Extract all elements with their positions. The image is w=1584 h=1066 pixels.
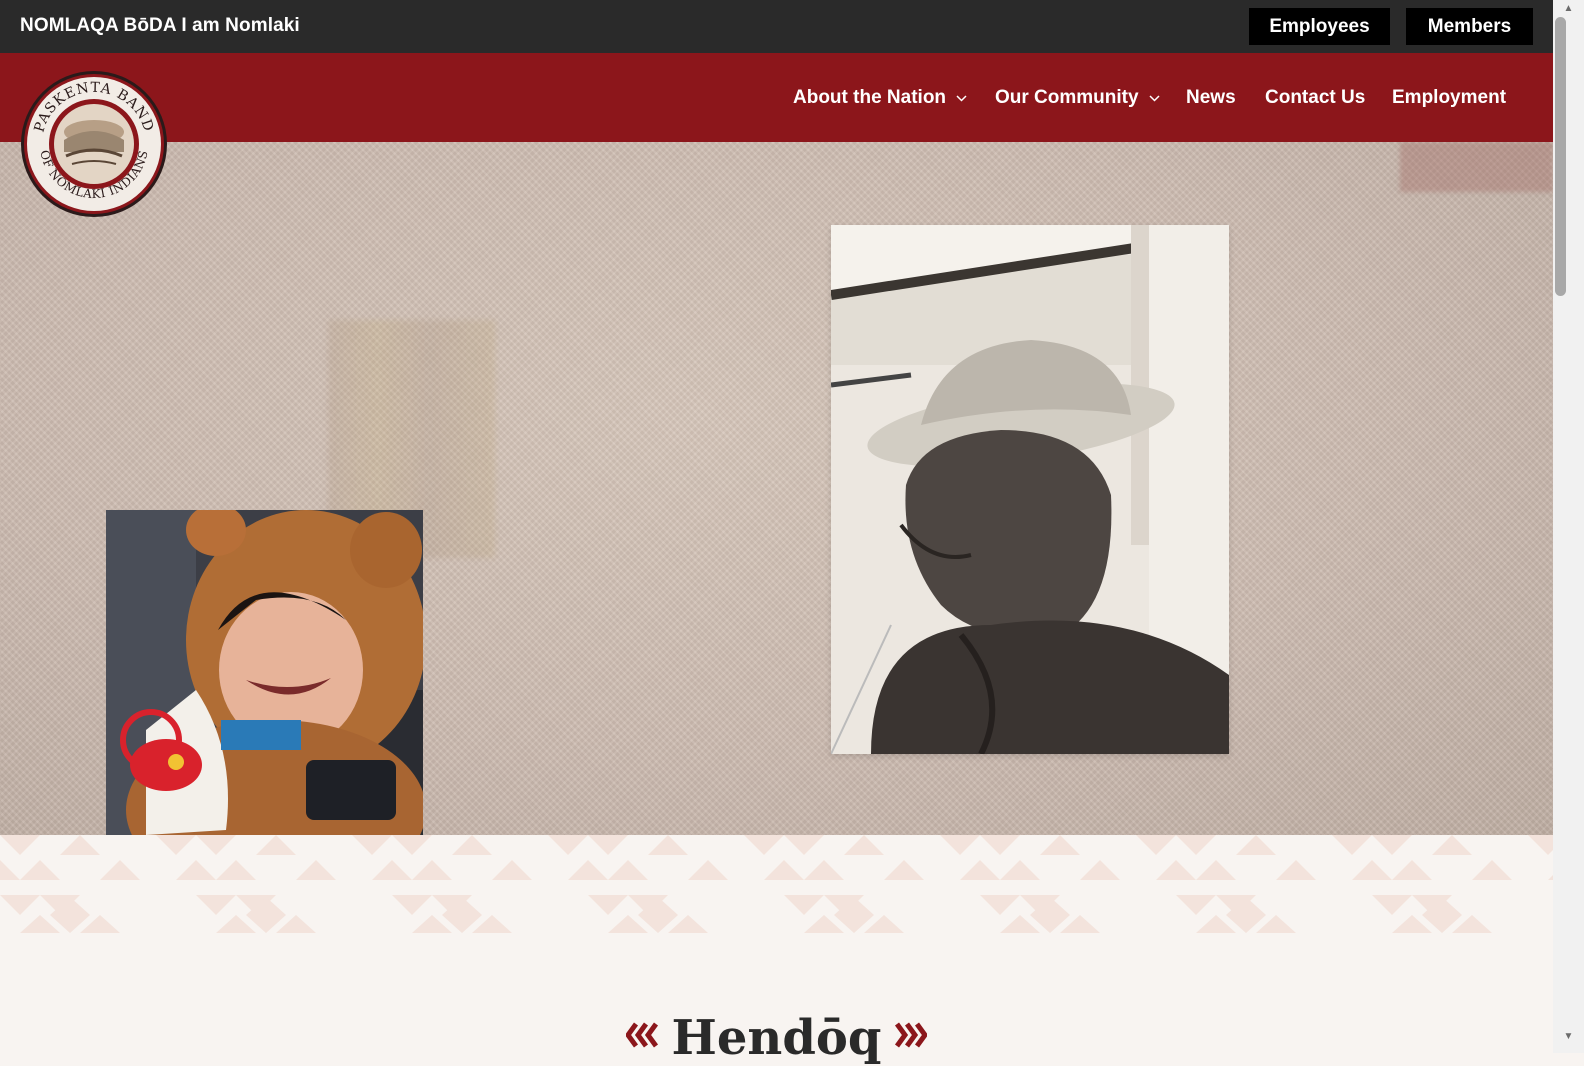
pattern-triangle [256, 835, 296, 855]
pattern-triangle [548, 835, 588, 855]
pattern-triangle [176, 860, 216, 880]
faded-photo-corner [1400, 142, 1553, 192]
scrollbar-thumb[interactable] [1555, 17, 1566, 296]
pattern-triangle [352, 835, 392, 855]
nav-item-label: About the Nation [793, 87, 947, 108]
pattern-triangle [1372, 895, 1412, 915]
section-heading: Hendōq [0, 1010, 1553, 1066]
pattern-triangle [412, 860, 452, 880]
employees-button[interactable]: Employees [1249, 8, 1390, 45]
pattern-triangle [1080, 860, 1120, 880]
nav-item-our-community[interactable]: Our Community [995, 87, 1160, 109]
pattern-triangle [1176, 835, 1216, 855]
pattern-triangle [588, 895, 628, 915]
pattern-triangle [1352, 860, 1392, 880]
left-chevron-ornament-icon [624, 1021, 662, 1056]
pattern-triangle [1432, 835, 1472, 855]
nav-item-label: News [1186, 87, 1236, 108]
pattern-triangle [1176, 895, 1216, 915]
decorative-triangle-pattern [0, 835, 1584, 945]
pattern-triangle [804, 860, 844, 880]
hero-collage [0, 142, 1553, 835]
pattern-triangle [100, 860, 140, 880]
pattern-triangle [392, 835, 432, 855]
pattern-triangle [784, 895, 824, 915]
pattern-triangle [20, 860, 60, 880]
nav-item-employment[interactable]: Employment [1392, 87, 1506, 109]
nav-item-news[interactable]: News [1186, 87, 1236, 109]
pattern-triangle [452, 835, 492, 855]
nav-item-about-the-nation[interactable]: About the Nation [793, 87, 967, 109]
pattern-triangle [844, 835, 884, 855]
pattern-triangle [688, 860, 728, 880]
pattern-triangle [960, 860, 1000, 880]
nav-item-contact-us[interactable]: Contact Us [1265, 87, 1365, 109]
pattern-triangle [980, 835, 1020, 855]
pattern-triangle [980, 895, 1020, 915]
section-heading-text: Hendōq [671, 1010, 882, 1066]
pattern-triangle [588, 835, 628, 855]
nav-item-label: Our Community [995, 87, 1139, 108]
scroll-up-arrow-icon[interactable]: ▲ [1553, 0, 1584, 17]
pattern-triangle [1000, 860, 1040, 880]
pattern-triangle [648, 835, 688, 855]
pattern-triangle [1236, 835, 1276, 855]
pattern-triangle [608, 860, 648, 880]
utility-bar: NOMLAQA BōDA I am Nomlaki Employees Memb… [0, 0, 1553, 53]
main-navigation: About the Nation Our Community News Cont… [0, 53, 1553, 142]
pattern-triangle [744, 835, 784, 855]
pattern-triangle [1528, 835, 1568, 855]
pattern-triangle [1156, 860, 1196, 880]
pattern-triangle [216, 860, 256, 880]
pattern-triangle [0, 895, 40, 915]
pattern-triangle [1136, 835, 1176, 855]
pattern-triangle [1040, 835, 1080, 855]
pattern-triangle [1196, 860, 1236, 880]
pattern-triangle [156, 835, 196, 855]
pattern-triangle [0, 860, 20, 880]
pattern-triangle [1332, 835, 1372, 855]
scroll-down-arrow-icon[interactable]: ▼ [1553, 1028, 1584, 1045]
pattern-triangle [296, 860, 336, 880]
paskenta-seal-logo[interactable]: PASKENTA BAND OF NOMLAKI INDIANS [20, 70, 168, 218]
pattern-triangle [196, 895, 236, 915]
members-button[interactable]: Members [1406, 8, 1533, 45]
nav-item-label: Contact Us [1265, 87, 1366, 108]
pattern-triangle [568, 860, 608, 880]
vertical-scrollbar[interactable]: ▲ ▼ [1553, 0, 1584, 1053]
pattern-triangle [60, 835, 100, 855]
pattern-triangle [0, 835, 40, 855]
pattern-triangle [884, 860, 924, 880]
pattern-triangle [784, 835, 824, 855]
pattern-triangle [392, 895, 432, 915]
pattern-triangle [764, 860, 804, 880]
nav-item-label: Employment [1392, 87, 1507, 108]
pattern-triangle [1472, 860, 1512, 880]
pattern-triangle [1276, 860, 1316, 880]
pattern-triangle [940, 835, 980, 855]
chevron-down-icon [956, 91, 967, 105]
site-tagline: NOMLAQA BōDA I am Nomlaki [20, 15, 300, 36]
chevron-down-icon [1149, 91, 1160, 105]
elder-cowboy-hat-photo [831, 225, 1229, 754]
pattern-triangle [1372, 835, 1412, 855]
pattern-triangle [372, 860, 412, 880]
child-bear-costume-photo [106, 510, 423, 835]
right-chevron-ornament-icon [891, 1021, 929, 1056]
pattern-triangle [1392, 860, 1432, 880]
pattern-triangle [492, 860, 532, 880]
pattern-triangle [196, 835, 236, 855]
